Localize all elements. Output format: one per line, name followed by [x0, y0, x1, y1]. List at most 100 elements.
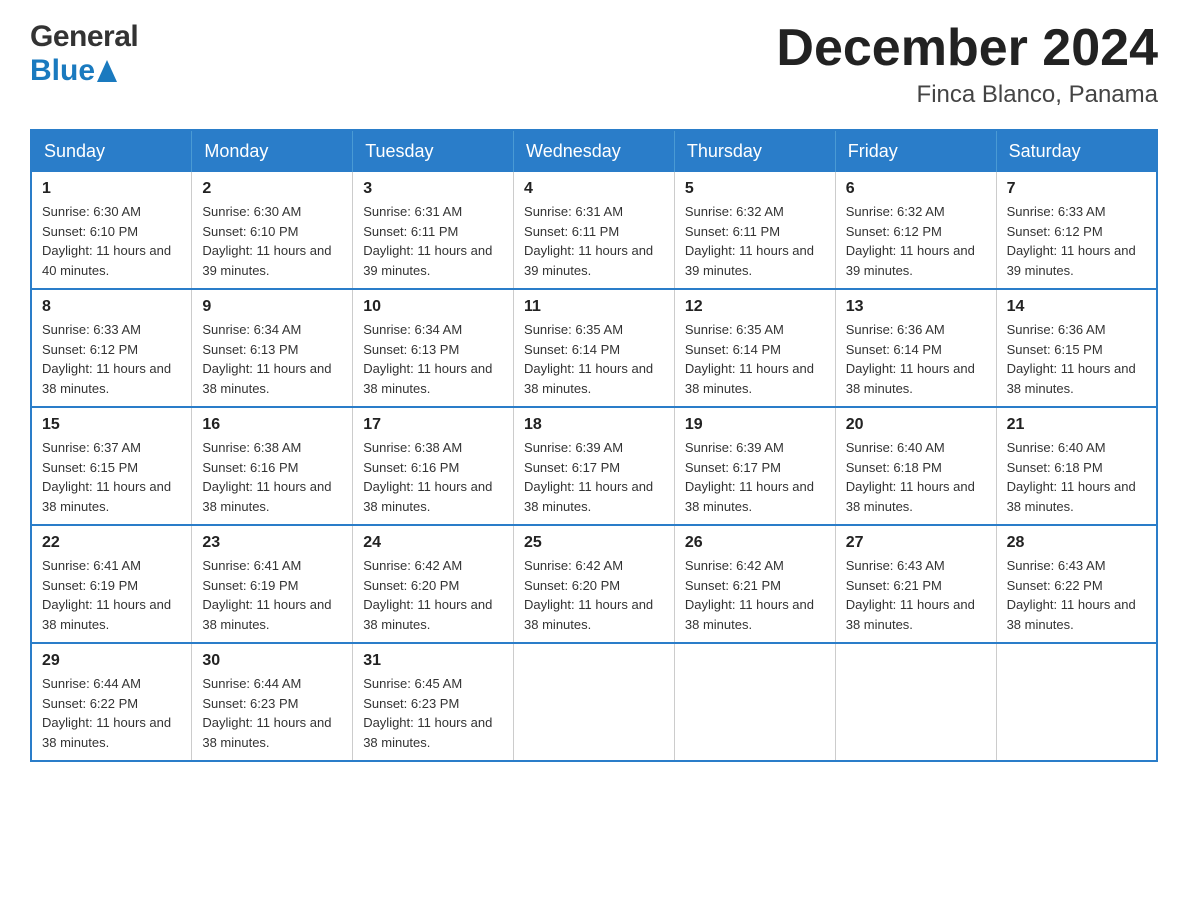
table-row: 14 Sunrise: 6:36 AMSunset: 6:15 PMDayligh… — [996, 289, 1157, 407]
day-info: Sunrise: 6:45 AMSunset: 6:23 PMDaylight:… — [363, 674, 503, 752]
day-info: Sunrise: 6:32 AMSunset: 6:12 PMDaylight:… — [846, 202, 986, 280]
day-number: 20 — [846, 416, 986, 434]
day-info: Sunrise: 6:36 AMSunset: 6:15 PMDaylight:… — [1007, 320, 1146, 398]
day-number: 1 — [42, 180, 181, 198]
table-row: 22 Sunrise: 6:41 AMSunset: 6:19 PMDayligh… — [31, 525, 192, 643]
day-info: Sunrise: 6:43 AMSunset: 6:21 PMDaylight:… — [846, 556, 986, 634]
day-number: 15 — [42, 416, 181, 434]
day-info: Sunrise: 6:33 AMSunset: 6:12 PMDaylight:… — [42, 320, 181, 398]
table-row: 4Sunrise: 6:31 AMSunset: 6:11 PMDaylight… — [514, 172, 675, 289]
day-info: Sunrise: 6:39 AMSunset: 6:17 PMDaylight:… — [524, 438, 664, 516]
day-number: 24 — [363, 534, 503, 552]
day-info: Sunrise: 6:40 AMSunset: 6:18 PMDaylight:… — [846, 438, 986, 516]
day-number: 3 — [363, 180, 503, 198]
table-row: 23Sunrise: 6:41 AMSunset: 6:19 PMDayligh… — [192, 525, 353, 643]
day-number: 18 — [524, 416, 664, 434]
col-sunday: Sunday — [31, 130, 192, 172]
table-row — [674, 643, 835, 761]
table-row: 27 Sunrise: 6:43 AMSunset: 6:21 PMDayligh… — [835, 525, 996, 643]
day-info: Sunrise: 6:40 AMSunset: 6:18 PMDaylight:… — [1007, 438, 1146, 516]
table-row: 6Sunrise: 6:32 AMSunset: 6:12 PMDaylight… — [835, 172, 996, 289]
day-number: 22 — [42, 534, 181, 552]
table-row: 20 Sunrise: 6:40 AMSunset: 6:18 PMDayligh… — [835, 407, 996, 525]
day-info: Sunrise: 6:42 AMSunset: 6:20 PMDaylight:… — [524, 556, 664, 634]
table-row: 15 Sunrise: 6:37 AMSunset: 6:15 PMDayligh… — [31, 407, 192, 525]
day-number: 27 — [846, 534, 986, 552]
table-row: 18 Sunrise: 6:39 AMSunset: 6:17 PMDayligh… — [514, 407, 675, 525]
title-block: December 2024 Finca Blanco, Panama — [776, 20, 1158, 109]
calendar-week-row: 8Sunrise: 6:33 AMSunset: 6:12 PMDaylight… — [31, 289, 1157, 407]
day-number: 12 — [685, 298, 825, 316]
day-number: 16 — [202, 416, 342, 434]
day-info: Sunrise: 6:31 AMSunset: 6:11 PMDaylight:… — [363, 202, 503, 280]
day-info: Sunrise: 6:36 AMSunset: 6:14 PMDaylight:… — [846, 320, 986, 398]
table-row: 13 Sunrise: 6:36 AMSunset: 6:14 PMDayligh… — [835, 289, 996, 407]
day-info: Sunrise: 6:37 AMSunset: 6:15 PMDaylight:… — [42, 438, 181, 516]
col-monday: Monday — [192, 130, 353, 172]
day-number: 17 — [363, 416, 503, 434]
table-row: 19 Sunrise: 6:39 AMSunset: 6:17 PMDayligh… — [674, 407, 835, 525]
table-row — [514, 643, 675, 761]
table-row: 17 Sunrise: 6:38 AMSunset: 6:16 PMDayligh… — [353, 407, 514, 525]
col-wednesday: Wednesday — [514, 130, 675, 172]
location-title: Finca Blanco, Panama — [776, 81, 1158, 109]
table-row: 9 Sunrise: 6:34 AMSunset: 6:13 PMDaylight… — [192, 289, 353, 407]
day-info: Sunrise: 6:42 AMSunset: 6:20 PMDaylight:… — [363, 556, 503, 634]
col-thursday: Thursday — [674, 130, 835, 172]
day-info: Sunrise: 6:35 AMSunset: 6:14 PMDaylight:… — [685, 320, 825, 398]
table-row: 16Sunrise: 6:38 AMSunset: 6:16 PMDayligh… — [192, 407, 353, 525]
col-friday: Friday — [835, 130, 996, 172]
day-number: 23 — [202, 534, 342, 552]
table-row — [835, 643, 996, 761]
day-number: 21 — [1007, 416, 1146, 434]
day-number: 14 — [1007, 298, 1146, 316]
day-number: 7 — [1007, 180, 1146, 198]
calendar-week-row: 15 Sunrise: 6:37 AMSunset: 6:15 PMDayligh… — [31, 407, 1157, 525]
logo: General Blue — [30, 20, 138, 88]
col-saturday: Saturday — [996, 130, 1157, 172]
calendar-header-row: Sunday Monday Tuesday Wednesday Thursday… — [31, 130, 1157, 172]
day-number: 4 — [524, 180, 664, 198]
table-row: 3 Sunrise: 6:31 AMSunset: 6:11 PMDaylight… — [353, 172, 514, 289]
table-row: 24 Sunrise: 6:42 AMSunset: 6:20 PMDayligh… — [353, 525, 514, 643]
table-row: 8Sunrise: 6:33 AMSunset: 6:12 PMDaylight… — [31, 289, 192, 407]
calendar-table: Sunday Monday Tuesday Wednesday Thursday… — [30, 129, 1158, 762]
table-row: 31Sunrise: 6:45 AMSunset: 6:23 PMDayligh… — [353, 643, 514, 761]
day-info: Sunrise: 6:34 AMSunset: 6:13 PMDaylight:… — [202, 320, 342, 398]
month-title: December 2024 — [776, 20, 1158, 77]
day-number: 29 — [42, 652, 181, 670]
day-number: 11 — [524, 298, 664, 316]
calendar-week-row: 22 Sunrise: 6:41 AMSunset: 6:19 PMDayligh… — [31, 525, 1157, 643]
logo-blue: Blue — [30, 54, 95, 88]
day-number: 2 — [202, 180, 342, 198]
day-number: 13 — [846, 298, 986, 316]
table-row: 5Sunrise: 6:32 AMSunset: 6:11 PMDaylight… — [674, 172, 835, 289]
table-row: 12 Sunrise: 6:35 AMSunset: 6:14 PMDayligh… — [674, 289, 835, 407]
day-info: Sunrise: 6:39 AMSunset: 6:17 PMDaylight:… — [685, 438, 825, 516]
day-number: 5 — [685, 180, 825, 198]
table-row: 7 Sunrise: 6:33 AMSunset: 6:12 PMDaylight… — [996, 172, 1157, 289]
day-info: Sunrise: 6:38 AMSunset: 6:16 PMDaylight:… — [363, 438, 503, 516]
day-number: 10 — [363, 298, 503, 316]
day-number: 19 — [685, 416, 825, 434]
calendar-week-row: 1 Sunrise: 6:30 AMSunset: 6:10 PMDaylight… — [31, 172, 1157, 289]
table-row: 2Sunrise: 6:30 AMSunset: 6:10 PMDaylight… — [192, 172, 353, 289]
table-row: 28Sunrise: 6:43 AMSunset: 6:22 PMDayligh… — [996, 525, 1157, 643]
day-info: Sunrise: 6:44 AMSunset: 6:22 PMDaylight:… — [42, 674, 181, 752]
table-row: 30Sunrise: 6:44 AMSunset: 6:23 PMDayligh… — [192, 643, 353, 761]
day-info: Sunrise: 6:41 AMSunset: 6:19 PMDaylight:… — [42, 556, 181, 634]
table-row: 26 Sunrise: 6:42 AMSunset: 6:21 PMDayligh… — [674, 525, 835, 643]
table-row: 21 Sunrise: 6:40 AMSunset: 6:18 PMDayligh… — [996, 407, 1157, 525]
col-tuesday: Tuesday — [353, 130, 514, 172]
day-number: 25 — [524, 534, 664, 552]
logo-triangle-icon — [97, 60, 117, 82]
day-info: Sunrise: 6:30 AMSunset: 6:10 PMDaylight:… — [42, 202, 181, 280]
logo-general: General — [30, 20, 138, 54]
day-info: Sunrise: 6:44 AMSunset: 6:23 PMDaylight:… — [202, 674, 342, 752]
day-number: 26 — [685, 534, 825, 552]
day-info: Sunrise: 6:33 AMSunset: 6:12 PMDaylight:… — [1007, 202, 1146, 280]
day-info: Sunrise: 6:42 AMSunset: 6:21 PMDaylight:… — [685, 556, 825, 634]
day-number: 28 — [1007, 534, 1146, 552]
table-row: 29 Sunrise: 6:44 AMSunset: 6:22 PMDayligh… — [31, 643, 192, 761]
day-number: 9 — [202, 298, 342, 316]
